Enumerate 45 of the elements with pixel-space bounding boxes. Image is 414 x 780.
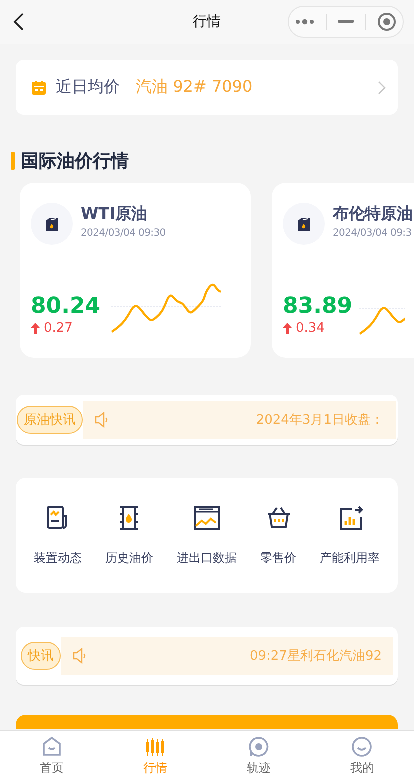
- oil-can-icon: [283, 203, 325, 245]
- news-tag: 快讯: [21, 642, 61, 670]
- arrow-up-icon: [283, 323, 292, 334]
- shortcut-label: 历史油价: [105, 550, 154, 567]
- chevron-right-icon: [378, 80, 386, 94]
- tab-item[interactable]: 轨迹: [207, 731, 310, 780]
- average-price-label: 近日均价: [56, 77, 120, 98]
- quote-time: 2024/03/04 09:30: [81, 228, 166, 239]
- oil-price: 83.89: [283, 294, 353, 319]
- tab-item[interactable]: 首页: [0, 731, 104, 780]
- average-price-card[interactable]: 近日均价 汽油 92# 7090: [16, 60, 398, 115]
- section-title: 国际油价行情: [21, 150, 129, 173]
- tab-item[interactable]: 我的: [310, 731, 414, 780]
- news-tag: 原油快讯: [17, 406, 83, 434]
- shortcut-item[interactable]: 产能利用率: [320, 504, 380, 567]
- average-price-value: 汽油 92# 7090: [136, 77, 253, 98]
- shortcut-item[interactable]: 进出口数据: [176, 504, 237, 567]
- news-text: 09:27星利石化汽油92: [250, 648, 382, 665]
- sparkline-drawing: [358, 304, 405, 336]
- chat-bubble-icon: [246, 734, 271, 758]
- shortcut-item[interactable]: 历史油价: [105, 504, 154, 567]
- quote-time: 2024/03/04 09:3: [333, 228, 413, 239]
- arrow-up-icon: [31, 323, 40, 334]
- quote-card[interactable]: 布伦特原油 2024/03/04 09:3 83.89 0.34: [272, 183, 414, 358]
- quote-card[interactable]: WTI原油 2024/03/04 09:30 80.24 0.27: [20, 183, 251, 358]
- oil-can-icon: [31, 203, 73, 245]
- price-change: 0.27: [44, 321, 73, 336]
- oil-price: 80.24: [31, 294, 101, 319]
- shortcut-label: 产能利用率: [320, 550, 380, 567]
- chart-window-icon: [192, 504, 221, 532]
- news-text: 2024年3月1日收盘：: [256, 412, 384, 429]
- shortcut-item[interactable]: 零售价: [260, 504, 297, 567]
- price-change: 0.34: [296, 321, 325, 336]
- page-title: 行情: [193, 14, 221, 30]
- shortcut-label: 零售价: [260, 550, 297, 567]
- oil-name: 布伦特原油: [333, 204, 413, 225]
- shortcut-item[interactable]: 装置动态: [34, 504, 82, 567]
- minimize-icon[interactable]: [338, 20, 354, 24]
- shortcut-label: 装置动态: [34, 550, 82, 567]
- calendar-icon: [32, 80, 46, 94]
- shortcut-label: 进出口数据: [176, 550, 237, 567]
- smiley-icon: [350, 734, 374, 758]
- more-icon[interactable]: [294, 18, 315, 26]
- oil-name: WTI原油: [81, 204, 149, 225]
- close-icon[interactable]: [377, 12, 398, 32]
